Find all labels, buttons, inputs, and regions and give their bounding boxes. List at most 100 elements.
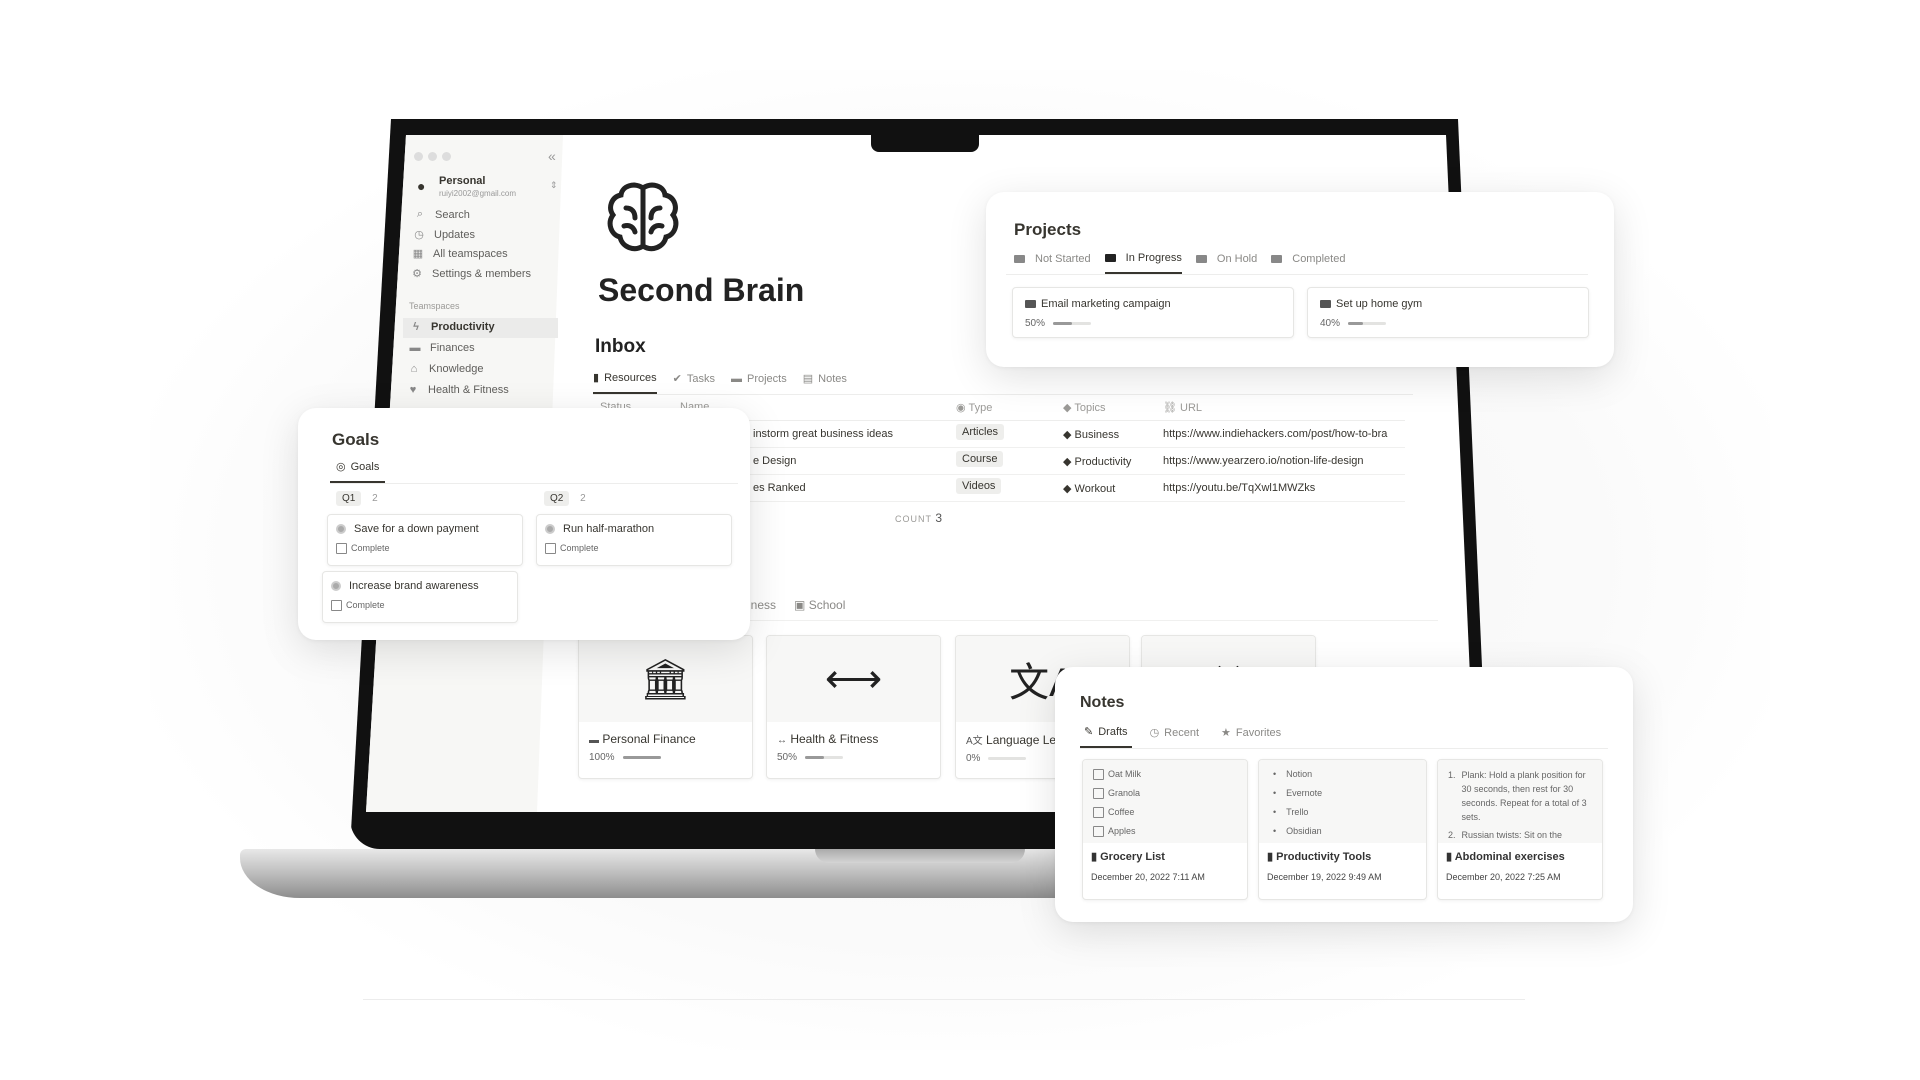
- area-card[interactable]: 🏛 ▬ Personal Finance 100%: [578, 635, 753, 779]
- complete-checkbox[interactable]: [336, 543, 347, 555]
- window-maximize-button[interactable]: [442, 152, 451, 161]
- note-item[interactable]: Oat Milk Granola Coffee Apples ▮ Grocery Li…: [1082, 759, 1248, 900]
- tab-business[interactable]: iness: [748, 598, 776, 612]
- note-title: Productivity Tools: [1276, 851, 1372, 863]
- tab-not-started[interactable]: Not Started: [1014, 252, 1091, 274]
- area-card[interactable]: ⟷ ↔ Health & Fitness 50%: [766, 635, 941, 779]
- group-q2[interactable]: Q2: [544, 491, 570, 506]
- goal-title: Save for a down payment: [354, 523, 479, 535]
- progress-bar: [805, 755, 844, 759]
- note-preview: 1. Plank: Hold a plank position for 30 se…: [1438, 760, 1602, 843]
- sidebar-item-knowledge[interactable]: ⌂ Knowledge: [408, 363, 484, 375]
- tab-label: School: [808, 598, 846, 612]
- tab-resources[interactable]: ▮ Resources: [593, 371, 657, 394]
- project-item[interactable]: Email marketing campaign 50%: [1012, 287, 1294, 338]
- bullet-icon: •: [1273, 807, 1277, 817]
- count-label: COUNT 3: [895, 511, 943, 525]
- tab-label: Notes: [818, 372, 847, 385]
- row-name[interactable]: e Design: [753, 455, 796, 467]
- tab-drafts[interactable]: ✎ Drafts: [1080, 725, 1132, 748]
- column-topics[interactable]: ◆ Topics: [1063, 401, 1106, 414]
- bolt-icon: ϟ: [413, 321, 419, 333]
- collapse-sidebar-icon[interactable]: «: [548, 148, 556, 164]
- complete-checkbox[interactable]: [545, 543, 556, 555]
- column-type[interactable]: ◉ Type: [956, 401, 992, 414]
- note-date: December 19, 2022 9:49 AM: [1267, 872, 1382, 882]
- tab-projects[interactable]: ▬ Projects: [731, 371, 787, 394]
- group-q1[interactable]: Q1: [336, 491, 362, 506]
- note-icon: ▮: [1091, 851, 1098, 863]
- column-label: Topics: [1074, 402, 1106, 414]
- type-tag: Course: [956, 451, 1004, 467]
- complete-checkbox[interactable]: [331, 600, 342, 612]
- sidebar-item-finances[interactable]: ▬ Finances: [409, 342, 475, 354]
- preview-line: Apples: [1108, 826, 1136, 836]
- sidebar-item-label: Updates: [434, 228, 475, 241]
- notes-card: Notes ✎ Drafts ◷ Recent ★ Favorites Oat Milk G…: [1055, 667, 1633, 922]
- sidebar-item-settings[interactable]: ⚙ Settings & members: [411, 267, 531, 281]
- progress-value: 50%: [1025, 318, 1046, 329]
- area-title: Language Lea: [986, 733, 1063, 747]
- area-title: Personal Finance: [602, 732, 696, 746]
- workspace-name[interactable]: Personal: [439, 175, 485, 187]
- progress-value: 100%: [589, 752, 615, 763]
- tab-in-progress[interactable]: In Progress: [1104, 252, 1182, 274]
- dumbbell-icon: ⟷: [767, 636, 940, 722]
- sidebar-item-label: Finances: [430, 342, 475, 354]
- topic-link[interactable]: ◆ Workout: [1063, 482, 1115, 495]
- clock-icon: ◷: [414, 229, 424, 241]
- tab-favorites[interactable]: ★ Favorites: [1217, 725, 1285, 748]
- folder-icon: ▬: [730, 372, 742, 385]
- switch-workspace-icon[interactable]: ⇕: [550, 180, 558, 191]
- tab-recent[interactable]: ◷ Recent: [1146, 725, 1203, 748]
- row-name[interactable]: es Ranked: [753, 482, 806, 494]
- sidebar-item-updates[interactable]: ◷ Updates: [413, 228, 475, 242]
- row-name[interactable]: instorm great business ideas: [753, 428, 893, 440]
- progress-bar: [1348, 321, 1387, 325]
- window-close-button[interactable]: [414, 152, 423, 161]
- sidebar-item-all-teamspaces[interactable]: ▦ All teamspaces: [412, 247, 508, 261]
- tab-label: Tasks: [686, 372, 715, 385]
- url-link[interactable]: https://youtu.be/TqXwl1MWZks: [1163, 482, 1406, 494]
- goals-title: Goals: [332, 430, 380, 449]
- column-url[interactable]: ⛓ URL: [1163, 401, 1202, 414]
- heart-icon: ♥: [409, 384, 417, 396]
- teamspaces-heading: Teamspaces: [409, 301, 460, 311]
- tab-tasks[interactable]: ✔ Tasks: [673, 371, 715, 394]
- note-title: Grocery List: [1100, 851, 1165, 863]
- goal-item[interactable]: Save for a down payment Complete: [327, 514, 523, 566]
- url-link[interactable]: https://www.indiehackers.com/post/how-to…: [1163, 428, 1406, 440]
- tab-school[interactable]: ▣ School: [794, 598, 845, 612]
- laptop-base-notch: [815, 849, 1025, 863]
- tab-goals[interactable]: ◎ Goals: [330, 460, 386, 483]
- project-item[interactable]: Set up home gym 40%: [1307, 287, 1589, 338]
- folder-icon: [1271, 255, 1283, 263]
- topic-link[interactable]: ◆ Business: [1063, 428, 1119, 441]
- sidebar-item-health-fitness[interactable]: ♥ Health & Fitness: [407, 384, 509, 396]
- goal-item[interactable]: Run half-marathon Complete: [536, 514, 732, 566]
- note-item[interactable]: • Notion • Evernote • Trello • Obsidian ▮ Produ…: [1258, 759, 1427, 900]
- sidebar-item-productivity[interactable]: ϟ Productivity: [410, 321, 495, 333]
- sidebar-item-search[interactable]: ⌕ Search: [414, 208, 470, 221]
- progress-bar: [988, 756, 1027, 760]
- note-item[interactable]: 1. Plank: Hold a plank position for 30 se…: [1437, 759, 1603, 900]
- checkbox-icon: [1093, 788, 1104, 800]
- bookmark-icon: ▮: [593, 372, 600, 384]
- url-link[interactable]: https://www.yearzero.io/notion-life-desi…: [1163, 455, 1406, 467]
- tab-notes[interactable]: ▤ Notes: [803, 371, 847, 394]
- tab-on-hold[interactable]: On Hold: [1195, 252, 1257, 274]
- goal-item[interactable]: Increase brand awareness Complete: [322, 571, 518, 623]
- preview-line: Granola: [1108, 788, 1141, 798]
- notes-tabs: ✎ Drafts ◷ Recent ★ Favorites: [1080, 725, 1608, 749]
- area-title: Health & Fitness: [790, 732, 879, 746]
- workspace-email: ruiyi2002@gmail.com: [439, 189, 517, 198]
- topic-link[interactable]: ◆ Productivity: [1063, 455, 1131, 468]
- camera-notch: [871, 135, 979, 152]
- preview-line: Oat Milk: [1108, 769, 1142, 779]
- window-minimize-button[interactable]: [428, 152, 437, 161]
- sidebar-item-label: Productivity: [431, 321, 495, 333]
- target-icon: [331, 581, 341, 592]
- tab-completed[interactable]: Completed: [1271, 252, 1345, 274]
- note-title: Abdominal exercises: [1454, 851, 1565, 863]
- preview-line: Plank: Hold a plank position for 30 seco…: [1461, 770, 1587, 822]
